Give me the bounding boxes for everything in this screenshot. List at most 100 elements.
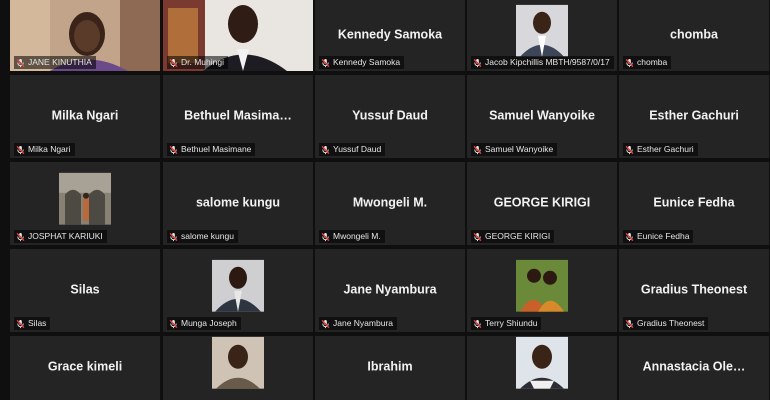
- participant-tile[interactable]: salome kungu salome kungu: [163, 162, 313, 245]
- participant-tile[interactable]: GEORGE KIRIGI GEORGE KIRIGI: [467, 162, 617, 245]
- participant-label: Silas: [14, 317, 51, 330]
- participant-tile[interactable]: [467, 336, 617, 400]
- participant-display-name: Samuel Wanyoike: [489, 107, 595, 122]
- participant-label: Bethuel Masimane: [167, 143, 256, 156]
- participant-tile[interactable]: chomba chomba: [619, 0, 769, 71]
- participant-label: Jane Nyambura: [319, 317, 398, 330]
- profile-photo: [516, 336, 568, 389]
- muted-mic-icon: [473, 232, 482, 241]
- participant-tile[interactable]: Esther Gachuri Esther Gachuri: [619, 75, 769, 158]
- muted-mic-icon: [169, 232, 178, 241]
- profile-photo: [212, 336, 264, 389]
- participant-tile[interactable]: Terry Shiundu: [467, 249, 617, 332]
- participant-tile[interactable]: Bethuel Masima… Bethuel Masimane: [163, 75, 313, 158]
- participant-display-name: salome kungu: [195, 194, 281, 209]
- participant-tile[interactable]: Silas Silas: [10, 249, 160, 332]
- muted-mic-icon: [169, 319, 178, 328]
- participant-label-text: Esther Gachuri: [637, 144, 694, 154]
- participant-tile[interactable]: Dr. Muhingi: [163, 0, 313, 71]
- participant-label-text: Silas: [28, 318, 47, 328]
- participant-tile[interactable]: Milka Ngari Milka Ngari: [10, 75, 160, 158]
- participant-label-text: Dr. Muhingi: [181, 57, 224, 67]
- participant-tile[interactable]: Kennedy Samoka Kennedy Samoka: [315, 0, 465, 71]
- participant-label: salome kungu: [167, 230, 238, 243]
- participant-display-name: Annastacia Ole…: [642, 359, 746, 374]
- participant-label-text: Samuel Wanyoike: [485, 144, 554, 154]
- participant-label-text: Gradius Theonest: [637, 318, 705, 328]
- participant-label-text: Yussuf Daud: [333, 144, 382, 154]
- participant-tile[interactable]: Grace kimeli: [10, 336, 160, 400]
- participant-tile[interactable]: Yussuf Daud Yussuf Daud: [315, 75, 465, 158]
- participant-label: GEORGE KIRIGI: [471, 230, 555, 243]
- participant-label: Terry Shiundu: [471, 317, 542, 330]
- participant-label: Jacob Kipchillis MBTH/9587/0/17: [471, 56, 614, 69]
- participant-display-name: Esther Gachuri: [649, 107, 739, 122]
- participant-tile[interactable]: Ibrahim: [315, 336, 465, 400]
- muted-mic-icon: [473, 145, 482, 154]
- muted-mic-icon: [625, 58, 634, 67]
- muted-mic-icon: [473, 319, 482, 328]
- participant-tile[interactable]: Annastacia Ole…: [619, 336, 769, 400]
- participant-display-name: chomba: [670, 26, 718, 41]
- participant-display-name: Grace kimeli: [47, 359, 123, 374]
- profile-photo: [516, 259, 568, 312]
- participant-tile[interactable]: Gradius Theonest Gradius Theonest: [619, 249, 769, 332]
- participant-label-text: chomba: [637, 57, 668, 67]
- participant-tile[interactable]: [163, 336, 313, 400]
- participant-label-text: Jacob Kipchillis MBTH/9587/0/17: [485, 57, 610, 67]
- participant-display-name: Silas: [70, 281, 100, 296]
- participant-label: Munga Joseph: [167, 317, 241, 330]
- participant-label: Eunice Fedha: [623, 230, 694, 243]
- participant-tile[interactable]: JANE KINUTHIA: [10, 0, 160, 71]
- participant-label: Esther Gachuri: [623, 143, 698, 156]
- participant-label-text: salome kungu: [181, 231, 234, 241]
- participant-tile[interactable]: JOSPHAT KARIUKI: [10, 162, 160, 245]
- participant-label: Samuel Wanyoike: [471, 143, 558, 156]
- participant-display-name: Milka Ngari: [51, 107, 119, 122]
- participant-display-name: Gradius Theonest: [640, 281, 748, 296]
- participant-label-text: Eunice Fedha: [637, 231, 690, 241]
- participant-tile[interactable]: Eunice Fedha Eunice Fedha: [619, 162, 769, 245]
- profile-photo: [516, 4, 568, 57]
- participant-tile[interactable]: Jacob Kipchillis MBTH/9587/0/17: [467, 0, 617, 71]
- muted-mic-icon: [16, 145, 25, 154]
- participant-label: Dr. Muhingi: [167, 56, 228, 69]
- participant-tile[interactable]: Samuel Wanyoike Samuel Wanyoike: [467, 75, 617, 158]
- muted-mic-icon: [321, 58, 330, 67]
- participant-display-name: Yussuf Daud: [352, 107, 428, 122]
- muted-mic-icon: [16, 319, 25, 328]
- participant-label: Milka Ngari: [14, 143, 75, 156]
- participant-tile[interactable]: Jane Nyambura Jane Nyambura: [315, 249, 465, 332]
- participant-display-name: Kennedy Samoka: [337, 26, 443, 41]
- participant-label-text: Jane Nyambura: [333, 318, 394, 328]
- participant-label-text: Milka Ngari: [28, 144, 71, 154]
- muted-mic-icon: [473, 58, 482, 67]
- profile-photo: [59, 172, 111, 225]
- muted-mic-icon: [625, 145, 634, 154]
- muted-mic-icon: [169, 145, 178, 154]
- muted-mic-icon: [169, 58, 178, 67]
- profile-photo: [212, 259, 264, 312]
- participant-label: JANE KINUTHIA: [14, 56, 96, 69]
- participant-label-text: GEORGE KIRIGI: [485, 231, 551, 241]
- participant-label-text: Terry Shiundu: [485, 318, 538, 328]
- gallery-grid: JANE KINUTHIA Dr. Muhingi Kennedy Samoka Ke…: [0, 0, 770, 400]
- participant-label: Mwongeli M.: [319, 230, 385, 243]
- participant-label-text: JOSPHAT KARIUKI: [28, 231, 103, 241]
- participant-label: JOSPHAT KARIUKI: [14, 230, 107, 243]
- participant-display-name: Ibrahim: [367, 359, 413, 374]
- participant-display-name: Bethuel Masima…: [184, 107, 292, 122]
- muted-mic-icon: [625, 319, 634, 328]
- muted-mic-icon: [321, 232, 330, 241]
- participant-display-name: Mwongeli M.: [352, 194, 428, 209]
- muted-mic-icon: [321, 319, 330, 328]
- muted-mic-icon: [321, 145, 330, 154]
- participant-label-text: Mwongeli M.: [333, 231, 381, 241]
- muted-mic-icon: [16, 58, 25, 67]
- participant-display-name: Eunice Fedha: [653, 194, 735, 209]
- participant-tile[interactable]: Munga Joseph: [163, 249, 313, 332]
- participant-label-text: JANE KINUTHIA: [28, 57, 92, 67]
- participant-label: Yussuf Daud: [319, 143, 386, 156]
- participant-label: Kennedy Samoka: [319, 56, 405, 69]
- participant-tile[interactable]: Mwongeli M. Mwongeli M.: [315, 162, 465, 245]
